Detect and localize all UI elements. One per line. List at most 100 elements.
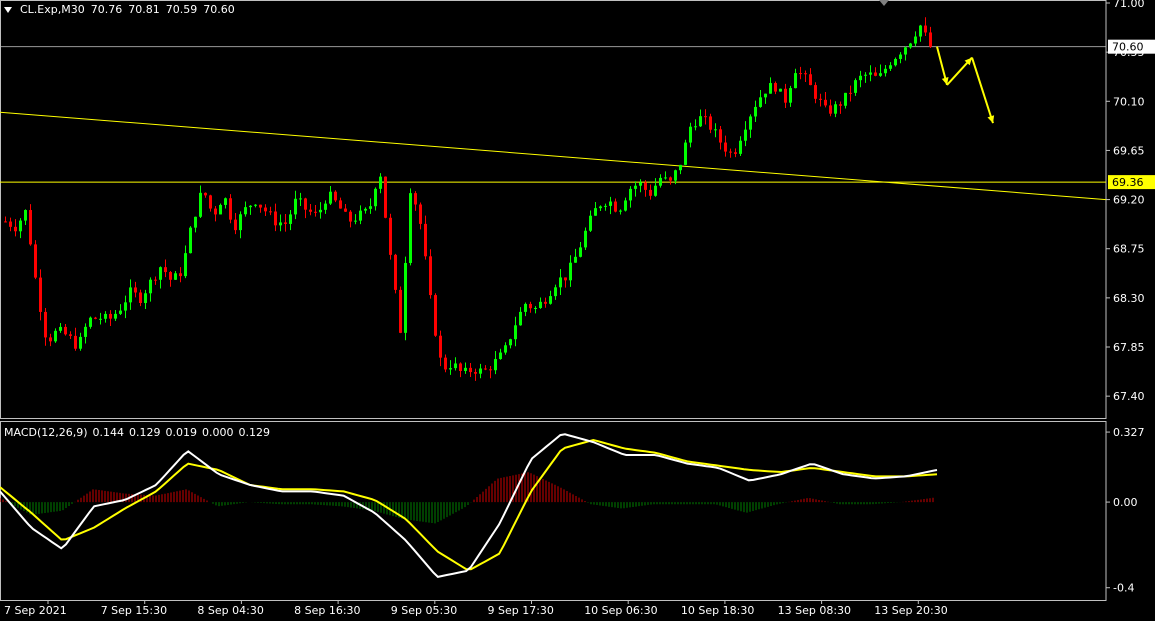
candle-body	[729, 151, 732, 153]
candle	[464, 362, 467, 374]
candle-body	[609, 201, 612, 206]
candle	[329, 185, 332, 205]
candle-body	[619, 210, 622, 212]
candle-body	[114, 313, 117, 319]
candle	[574, 248, 577, 263]
candle	[919, 24, 922, 42]
candle	[244, 201, 247, 217]
candle-body	[724, 142, 727, 152]
candle-body	[439, 335, 442, 358]
candle-body	[419, 204, 422, 224]
candle	[129, 279, 132, 310]
time-tick-label: 10 Sep 18:30	[681, 604, 754, 617]
candle	[844, 92, 847, 109]
candle	[524, 302, 527, 317]
candle	[884, 64, 887, 77]
candle	[404, 256, 407, 341]
candle	[254, 204, 257, 208]
candle	[609, 196, 612, 215]
candle-body	[454, 363, 457, 369]
price-tick-label: 68.75	[1113, 243, 1145, 256]
candle	[649, 184, 652, 200]
descending-trendline	[0, 111, 1107, 201]
candle	[79, 332, 82, 351]
projection-arrowhead-icon	[987, 115, 995, 124]
candle	[284, 213, 287, 232]
candle	[384, 176, 387, 219]
candle-body	[9, 221, 12, 227]
candle	[59, 323, 62, 333]
candle	[239, 211, 242, 239]
chart-canvas[interactable]: 71.0070.5570.1069.6569.2068.7568.3067.85…	[0, 0, 1155, 621]
candle	[879, 64, 882, 77]
candle-body	[839, 104, 842, 106]
candle-body	[869, 72, 872, 75]
candle	[624, 197, 627, 212]
candle-body	[354, 220, 357, 222]
candle	[749, 114, 752, 138]
candle-body	[549, 296, 552, 304]
candle	[539, 297, 542, 309]
candle-body	[884, 68, 887, 74]
candle-body	[649, 189, 652, 196]
candle	[24, 209, 27, 225]
candle	[169, 270, 172, 287]
candle	[289, 210, 292, 231]
candle	[214, 205, 217, 222]
candle-body	[399, 289, 402, 333]
candle-body	[404, 262, 407, 333]
candle-body	[674, 170, 677, 181]
candle	[629, 186, 632, 208]
candle-body	[719, 129, 722, 143]
candle-body	[164, 267, 167, 273]
candle-body	[684, 142, 687, 165]
candle-body	[374, 188, 377, 207]
candle	[764, 93, 767, 104]
candle-body	[144, 293, 147, 304]
candle	[599, 205, 602, 211]
candle-body	[189, 227, 192, 254]
price-tick-label: 69.65	[1113, 144, 1145, 157]
candle-body	[784, 88, 787, 103]
candle	[84, 323, 87, 344]
candle	[159, 266, 162, 289]
candle	[904, 46, 907, 61]
candle	[499, 348, 502, 360]
candle-body	[179, 273, 182, 277]
candle	[249, 205, 252, 215]
candle	[304, 197, 307, 219]
candle-body	[569, 262, 572, 281]
candle	[604, 203, 607, 211]
candle	[454, 357, 457, 371]
time-tick-label: 9 Sep 05:30	[391, 604, 457, 617]
candle	[419, 202, 422, 230]
candle	[294, 190, 297, 220]
macd-pane	[0, 433, 938, 578]
candle-body	[704, 116, 707, 118]
candle-body	[389, 217, 392, 255]
candle-body	[199, 192, 202, 217]
candle	[594, 201, 597, 216]
candle-body	[859, 75, 862, 81]
candle	[189, 226, 192, 254]
candle	[589, 210, 592, 233]
candle	[699, 109, 702, 128]
candle	[139, 289, 142, 307]
candle	[669, 176, 672, 185]
candle-body	[509, 339, 512, 346]
candle	[459, 362, 462, 378]
candle-body	[499, 352, 502, 360]
candle-body	[664, 177, 667, 179]
candle-body	[844, 92, 847, 106]
candle	[64, 324, 67, 336]
horizontal-level-label: 69.36	[1112, 176, 1144, 189]
candle-body	[819, 98, 822, 100]
candle	[34, 240, 37, 280]
candle	[89, 316, 92, 329]
candle	[794, 68, 797, 89]
candle	[4, 216, 7, 223]
candle	[739, 136, 742, 156]
time-tick-label: 13 Sep 08:30	[778, 604, 851, 617]
candle-body	[919, 25, 922, 37]
candle-body	[254, 204, 257, 206]
